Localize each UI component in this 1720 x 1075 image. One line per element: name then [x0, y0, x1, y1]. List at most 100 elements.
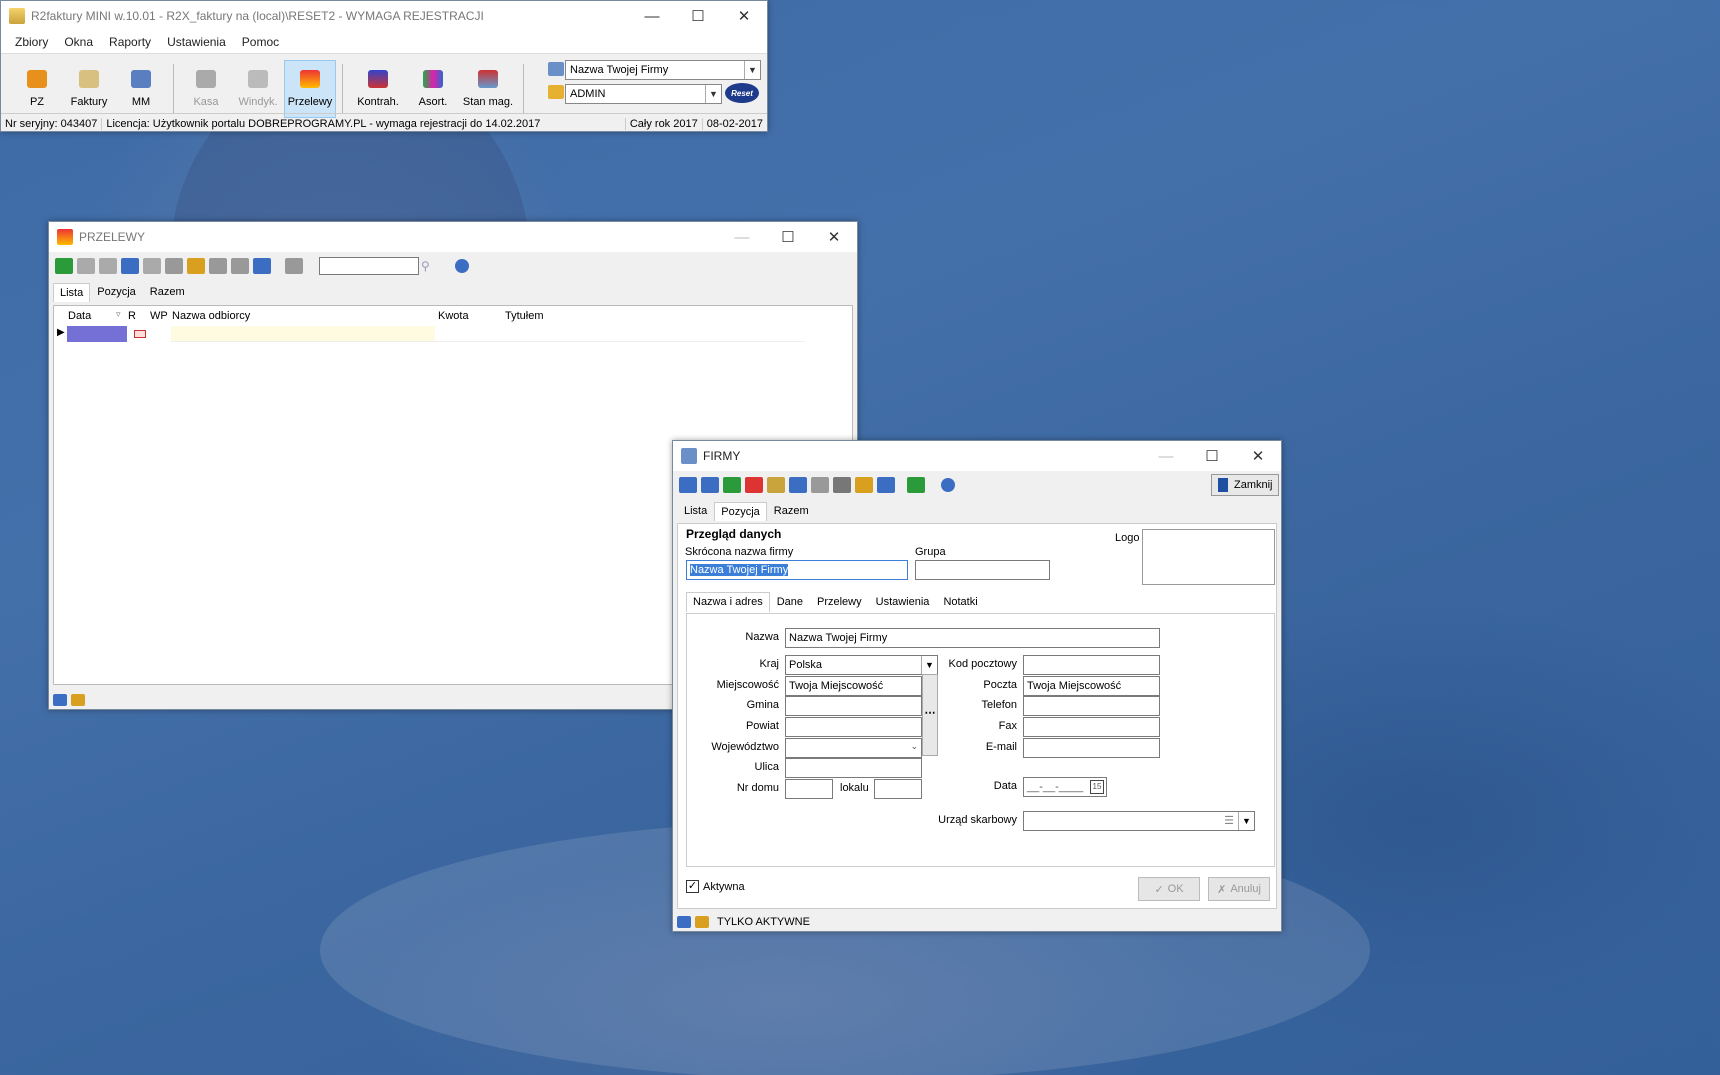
- address-lookup-button[interactable]: ⋯: [922, 674, 938, 756]
- key-icon[interactable]: [695, 916, 709, 928]
- kraj-select[interactable]: Polska ▼: [785, 655, 938, 675]
- company-select[interactable]: Nazwa Twojej Firmy ▼: [565, 60, 761, 80]
- minimize-icon[interactable]: —: [629, 1, 675, 31]
- pz-button[interactable]: PZ: [11, 60, 63, 118]
- tab-pozycja[interactable]: Pozycja: [90, 282, 143, 302]
- close-icon[interactable]: ✕: [1235, 441, 1281, 471]
- tab-razem[interactable]: Razem: [767, 501, 816, 521]
- faktury-button[interactable]: Faktury: [63, 60, 115, 118]
- help-icon[interactable]: [941, 478, 955, 492]
- email-input[interactable]: [1023, 738, 1160, 758]
- menu-zbiory[interactable]: Zbiory: [7, 35, 56, 49]
- filter-icon[interactable]: [209, 258, 227, 274]
- table-row[interactable]: ▶: [54, 326, 852, 342]
- sort-icon[interactable]: [231, 258, 249, 274]
- filter-icon[interactable]: [877, 477, 895, 493]
- add-icon[interactable]: [723, 477, 741, 493]
- copy-icon[interactable]: [99, 258, 117, 274]
- export-icon[interactable]: [285, 258, 303, 274]
- last-record-icon[interactable]: [701, 477, 719, 493]
- search-icon[interactable]: ⚲: [421, 258, 439, 274]
- delete-icon[interactable]: [77, 258, 95, 274]
- ok-button[interactable]: ✓ OK: [1138, 877, 1200, 901]
- aktywna-checkbox[interactable]: ✓: [686, 880, 699, 893]
- print-icon[interactable]: [811, 477, 829, 493]
- grid-icon[interactable]: [53, 694, 67, 706]
- settings-icon[interactable]: [855, 477, 873, 493]
- copy-icon[interactable]: [767, 477, 785, 493]
- logo-box[interactable]: [1142, 529, 1275, 585]
- data-input[interactable]: __-__-____ 15: [1023, 777, 1107, 797]
- menu-okna[interactable]: Okna: [56, 35, 101, 49]
- maximize-icon[interactable]: ☐: [675, 1, 721, 31]
- menu-raporty[interactable]: Raporty: [101, 35, 159, 49]
- subtab-nazwa-i-adres[interactable]: Nazwa i adres: [686, 592, 770, 612]
- urzad-skarbowy-select[interactable]: ☰ ▼: [1023, 811, 1255, 831]
- nr-domu-input[interactable]: [785, 779, 833, 799]
- przelewy-search-input[interactable]: [319, 257, 419, 275]
- tab-razem[interactable]: Razem: [143, 282, 192, 302]
- stan-mag-button[interactable]: Stan mag.: [459, 60, 517, 118]
- short-name-input[interactable]: Nazwa Twojej Firmy: [686, 560, 908, 580]
- maximize-icon[interactable]: ☐: [1189, 441, 1235, 471]
- column-kwota[interactable]: Kwota: [438, 310, 469, 322]
- nazwa-input[interactable]: Nazwa Twojej Firmy: [785, 628, 1160, 648]
- column-nazwa-odbiorcy[interactable]: Nazwa odbiorcy: [172, 310, 250, 322]
- miejscowosc-input[interactable]: Twoja Miejscowość: [785, 676, 922, 696]
- przelewy-title-bar[interactable]: PRZELEWY — ☐ ✕: [49, 222, 857, 252]
- ulica-input[interactable]: [785, 758, 922, 778]
- kontrah-button[interactable]: Kontrah.: [349, 60, 407, 118]
- cell-data[interactable]: [67, 326, 127, 342]
- gus-icon[interactable]: [907, 477, 925, 493]
- calendar-icon[interactable]: 15: [1090, 780, 1104, 794]
- close-icon[interactable]: ✕: [721, 1, 767, 31]
- wojewodztwo-select[interactable]: ⌄: [785, 738, 922, 758]
- windyk-button[interactable]: Windyk.: [232, 60, 284, 118]
- tab-lista[interactable]: Lista: [53, 283, 91, 302]
- column-r[interactable]: R: [128, 310, 136, 322]
- przelewy-button[interactable]: Przelewy: [284, 59, 336, 118]
- refresh-icon[interactable]: [789, 477, 807, 493]
- tab-pozycja[interactable]: Pozycja: [714, 502, 767, 521]
- anuluj-button[interactable]: ✗ Anuluj: [1208, 877, 1270, 901]
- subtab-przelewy[interactable]: Przelewy: [810, 592, 869, 612]
- close-button[interactable]: Zamknij: [1211, 474, 1279, 496]
- user-select[interactable]: ADMIN ▼: [565, 84, 722, 104]
- cell-rest[interactable]: [435, 326, 805, 342]
- grid-icon[interactable]: [677, 916, 691, 928]
- minimize-icon[interactable]: —: [1143, 441, 1189, 471]
- main-title-bar[interactable]: R2faktury MINI w.10.01 - R2X_faktury na …: [1, 1, 767, 31]
- poczta-input[interactable]: Twoja Miejscowość: [1023, 676, 1160, 696]
- powiat-input[interactable]: [785, 717, 922, 737]
- telefon-input[interactable]: [1023, 696, 1160, 716]
- fax-input[interactable]: [1023, 717, 1160, 737]
- column-data[interactable]: Data: [68, 310, 91, 322]
- tab-lista[interactable]: Lista: [677, 501, 714, 521]
- columns-icon[interactable]: [253, 258, 271, 274]
- menu-ustawienia[interactable]: Ustawienia: [159, 35, 234, 49]
- firmy-title-bar[interactable]: FIRMY — ☐ ✕: [673, 441, 1281, 471]
- column-wp[interactable]: WP: [150, 310, 168, 322]
- menu-pomoc[interactable]: Pomoc: [234, 35, 287, 49]
- maximize-icon[interactable]: ☐: [765, 222, 811, 252]
- subtab-notatki[interactable]: Notatki: [936, 592, 984, 612]
- asort-button[interactable]: Asort.: [407, 60, 459, 118]
- minimize-icon[interactable]: —: [719, 222, 765, 252]
- column-tytulem[interactable]: Tytułem: [505, 310, 544, 322]
- lokalu-input[interactable]: [874, 779, 922, 799]
- gmina-input[interactable]: [785, 696, 922, 716]
- first-record-icon[interactable]: [679, 477, 697, 493]
- key-icon[interactable]: [71, 694, 85, 706]
- subtab-ustawienia[interactable]: Ustawienia: [869, 592, 937, 612]
- kod-pocztowy-input[interactable]: [1023, 655, 1160, 675]
- cell-nazwa-odbiorcy[interactable]: [171, 326, 435, 342]
- delete-icon[interactable]: [745, 477, 763, 493]
- help-icon[interactable]: [455, 259, 469, 273]
- kasa-button[interactable]: Kasa: [180, 60, 232, 118]
- binoculars-icon[interactable]: [165, 258, 183, 274]
- mm-button[interactable]: MM: [115, 60, 167, 118]
- add-icon[interactable]: [55, 258, 73, 274]
- subtab-dane[interactable]: Dane: [770, 592, 810, 612]
- settings-icon[interactable]: [187, 258, 205, 274]
- print-icon[interactable]: [143, 258, 161, 274]
